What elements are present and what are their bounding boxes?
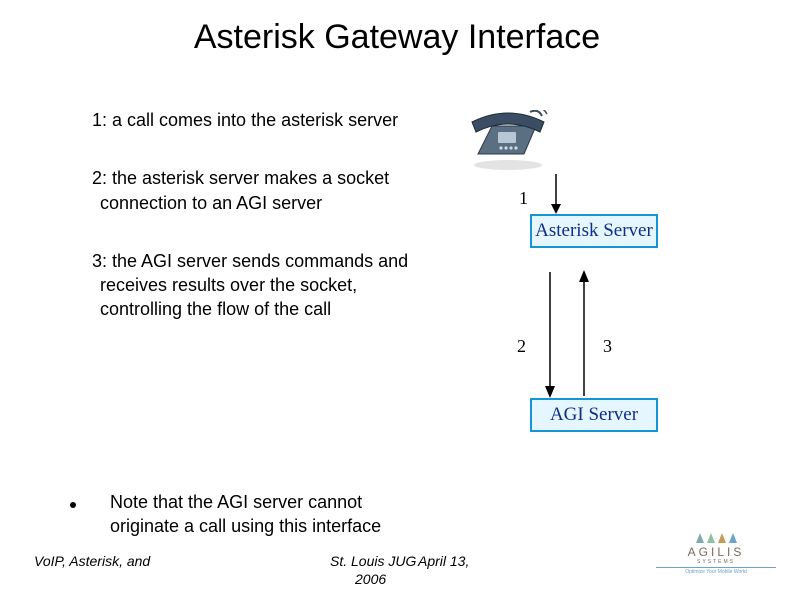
diagram-label-1: 1 xyxy=(519,188,528,209)
logo-triangle-icon xyxy=(718,533,726,543)
logo-triangle-icon xyxy=(729,533,737,543)
asterisk-server-label: Asterisk Server xyxy=(535,220,653,241)
diagram-label-2: 2 xyxy=(517,336,526,357)
logo-triangle-icon xyxy=(707,533,715,543)
logo-name: AGILIS xyxy=(656,545,776,559)
slide: Asterisk Gateway Interface 1: a call com… xyxy=(0,0,794,595)
diagram: 1 Asterisk Server 2 3 AGI Server xyxy=(460,110,680,470)
step-2: 2: the asterisk server makes a socket co… xyxy=(70,166,410,215)
logo-systems: SYSTEMS xyxy=(656,559,776,565)
step-1: 1: a call comes into the asterisk server xyxy=(70,108,410,132)
bullet-icon xyxy=(70,502,76,508)
phone-icon xyxy=(468,110,548,172)
asterisk-server-box: Asterisk Server xyxy=(530,214,658,248)
arrow-3-icon xyxy=(576,270,592,398)
agi-server-box: AGI Server xyxy=(530,398,658,432)
agilis-logo: AGILIS SYSTEMS Optimize Your Mobile Worl… xyxy=(656,533,776,575)
logo-shapes xyxy=(656,533,776,543)
diagram-label-3: 3 xyxy=(603,336,612,357)
arrow-2-icon xyxy=(542,270,558,398)
footer-date: April 13, xyxy=(418,553,469,569)
logo-tagline: Optimize Your Mobile World xyxy=(656,567,776,575)
footer-center: St. Louis JUG xyxy=(330,553,416,569)
note-text: Note that the AGI server cannot originat… xyxy=(80,490,420,539)
steps-list: 1: a call comes into the asterisk server… xyxy=(70,108,410,356)
arrow-1-icon xyxy=(548,172,564,214)
page-title: Asterisk Gateway Interface xyxy=(0,18,794,57)
footer-left: VoIP, Asterisk, and xyxy=(34,553,150,569)
step-3: 3: the AGI server sends commands and rec… xyxy=(70,249,410,322)
footer-year: 2006 xyxy=(355,571,386,587)
logo-triangle-icon xyxy=(696,533,704,543)
agi-server-label: AGI Server xyxy=(550,404,638,425)
note: Note that the AGI server cannot originat… xyxy=(80,490,420,539)
